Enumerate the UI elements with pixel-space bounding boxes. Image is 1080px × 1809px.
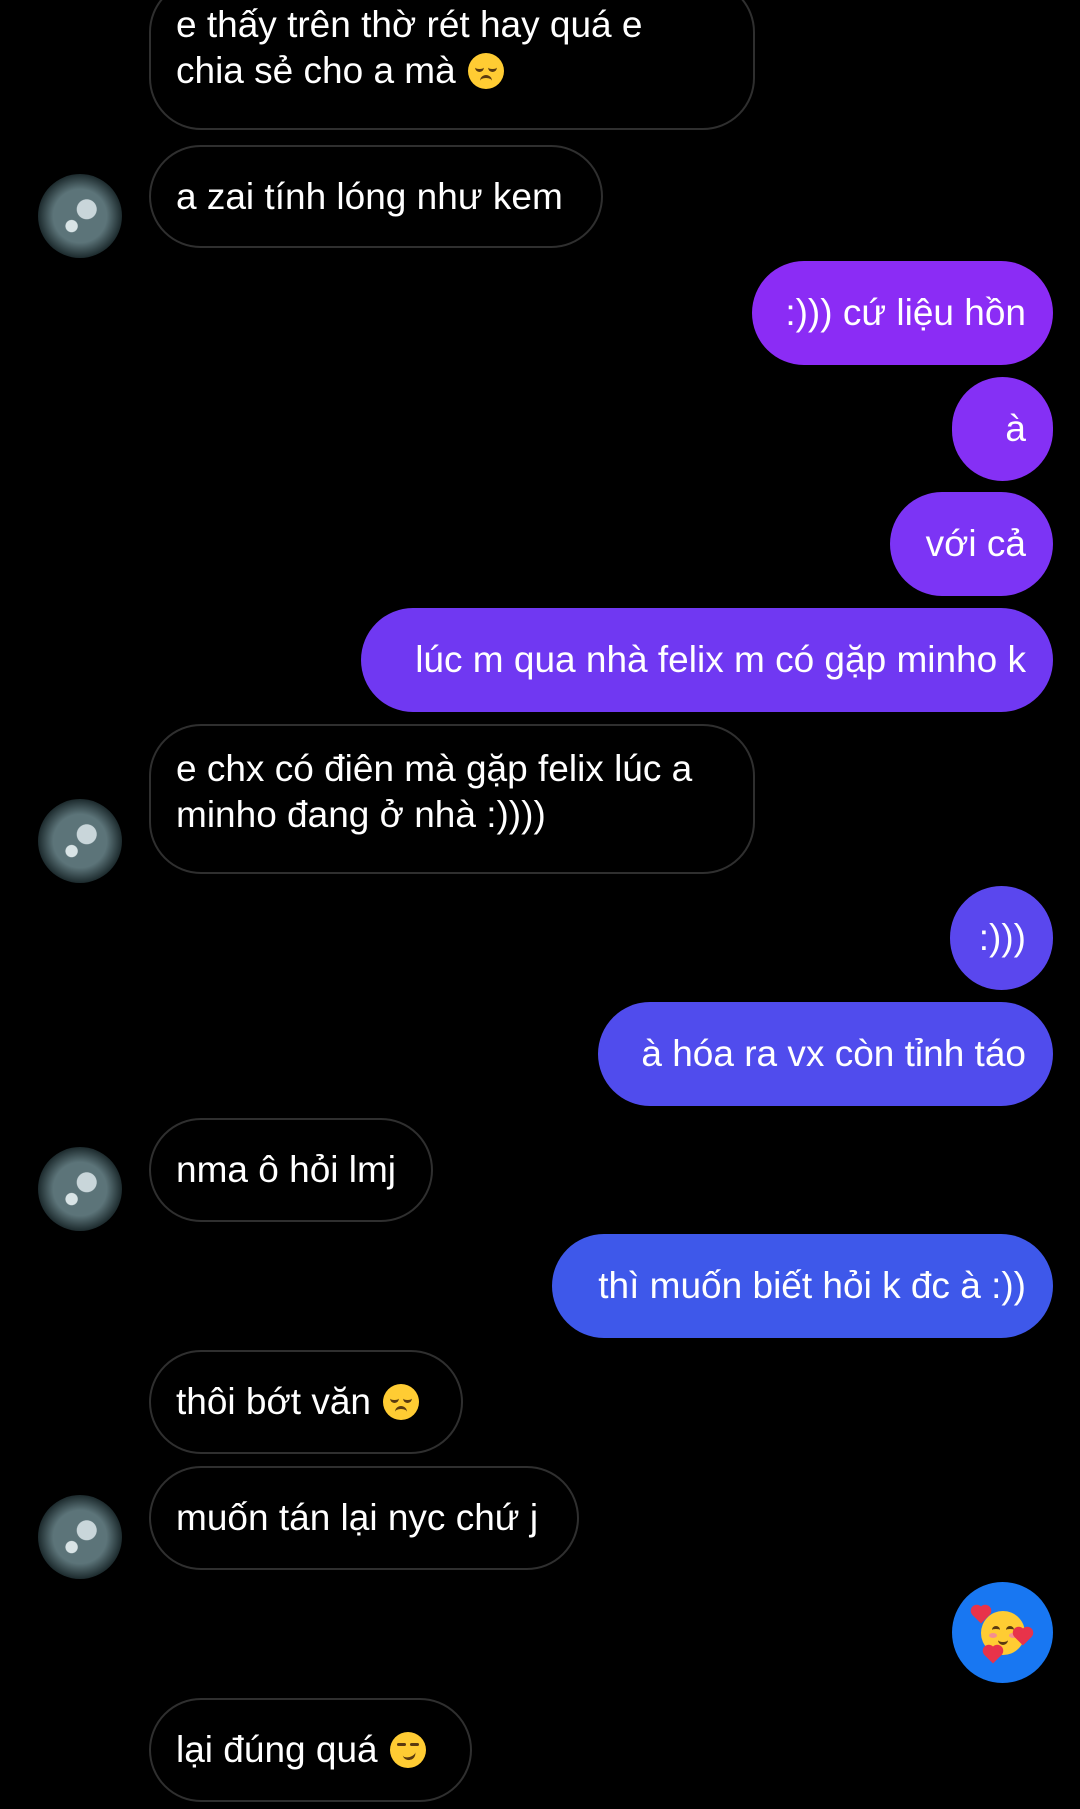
message-text: muốn tán lại nyc chứ j — [176, 1497, 539, 1538]
outgoing-message[interactable]: với cả — [890, 492, 1053, 596]
incoming-message[interactable]: e thấy trên thờ rét hay quá e chia sẻ ch… — [149, 0, 755, 130]
avatar[interactable] — [38, 799, 122, 883]
smirking-face-icon — [389, 1732, 426, 1768]
message-text: a zai tính lóng như kem — [176, 175, 563, 217]
smiling-face-with-hearts-message[interactable] — [952, 1582, 1053, 1683]
smiling-face-with-hearts-icon — [972, 1606, 1031, 1663]
outgoing-message[interactable]: thì muốn biết hỏi k đc à :)) — [552, 1234, 1053, 1338]
message-text: à hóa ra vx còn tỉnh táo — [641, 1033, 1026, 1074]
outgoing-message[interactable]: à — [952, 377, 1053, 481]
outgoing-message[interactable]: à hóa ra vx còn tỉnh táo — [598, 1002, 1053, 1106]
message-text-line: e thấy trên thờ rét hay quá e — [176, 4, 643, 45]
message-text: :))) — [978, 917, 1026, 958]
avatar[interactable] — [38, 174, 122, 258]
avatar[interactable] — [38, 1495, 122, 1579]
avatar[interactable] — [38, 1147, 122, 1231]
message-text: nma ô hỏi lmj — [176, 1149, 397, 1190]
incoming-message[interactable]: a zai tính lóng như kem — [149, 145, 603, 248]
outgoing-message[interactable]: :))) — [950, 886, 1053, 990]
outgoing-message[interactable]: :))) cứ liệu hồn — [752, 261, 1053, 365]
incoming-message[interactable]: nma ô hỏi lmj — [149, 1118, 433, 1222]
message-text: :))) cứ liệu hồn — [785, 292, 1026, 333]
disappointed-face-icon — [467, 53, 504, 89]
incoming-message[interactable]: thôi bớt văn — [149, 1350, 463, 1454]
incoming-message[interactable]: lại đúng quá — [149, 1698, 472, 1802]
incoming-message[interactable]: muốn tán lại nyc chứ j — [149, 1466, 579, 1570]
message-text-line: e chx có điên mà gặp felix lúc a — [176, 748, 693, 789]
disappointed-face-icon — [383, 1384, 419, 1420]
message-text-line: chia sẻ cho a mà — [176, 48, 504, 94]
message-text: với cả — [925, 523, 1026, 564]
outgoing-message[interactable]: lúc m qua nhà felix m có gặp minho k — [361, 608, 1053, 712]
message-text: à — [1005, 408, 1026, 449]
message-text: thì muốn biết hỏi k đc à :)) — [598, 1265, 1026, 1306]
message-text: thôi bớt văn — [176, 1381, 371, 1422]
incoming-message[interactable]: e chx có điên mà gặp felix lúc a minho đ… — [149, 724, 755, 874]
message-text-line: minho đang ở nhà :)))) — [176, 794, 546, 835]
message-text: lúc m qua nhà felix m có gặp minho k — [415, 639, 1026, 680]
message-text: lại đúng quá — [176, 1729, 378, 1770]
